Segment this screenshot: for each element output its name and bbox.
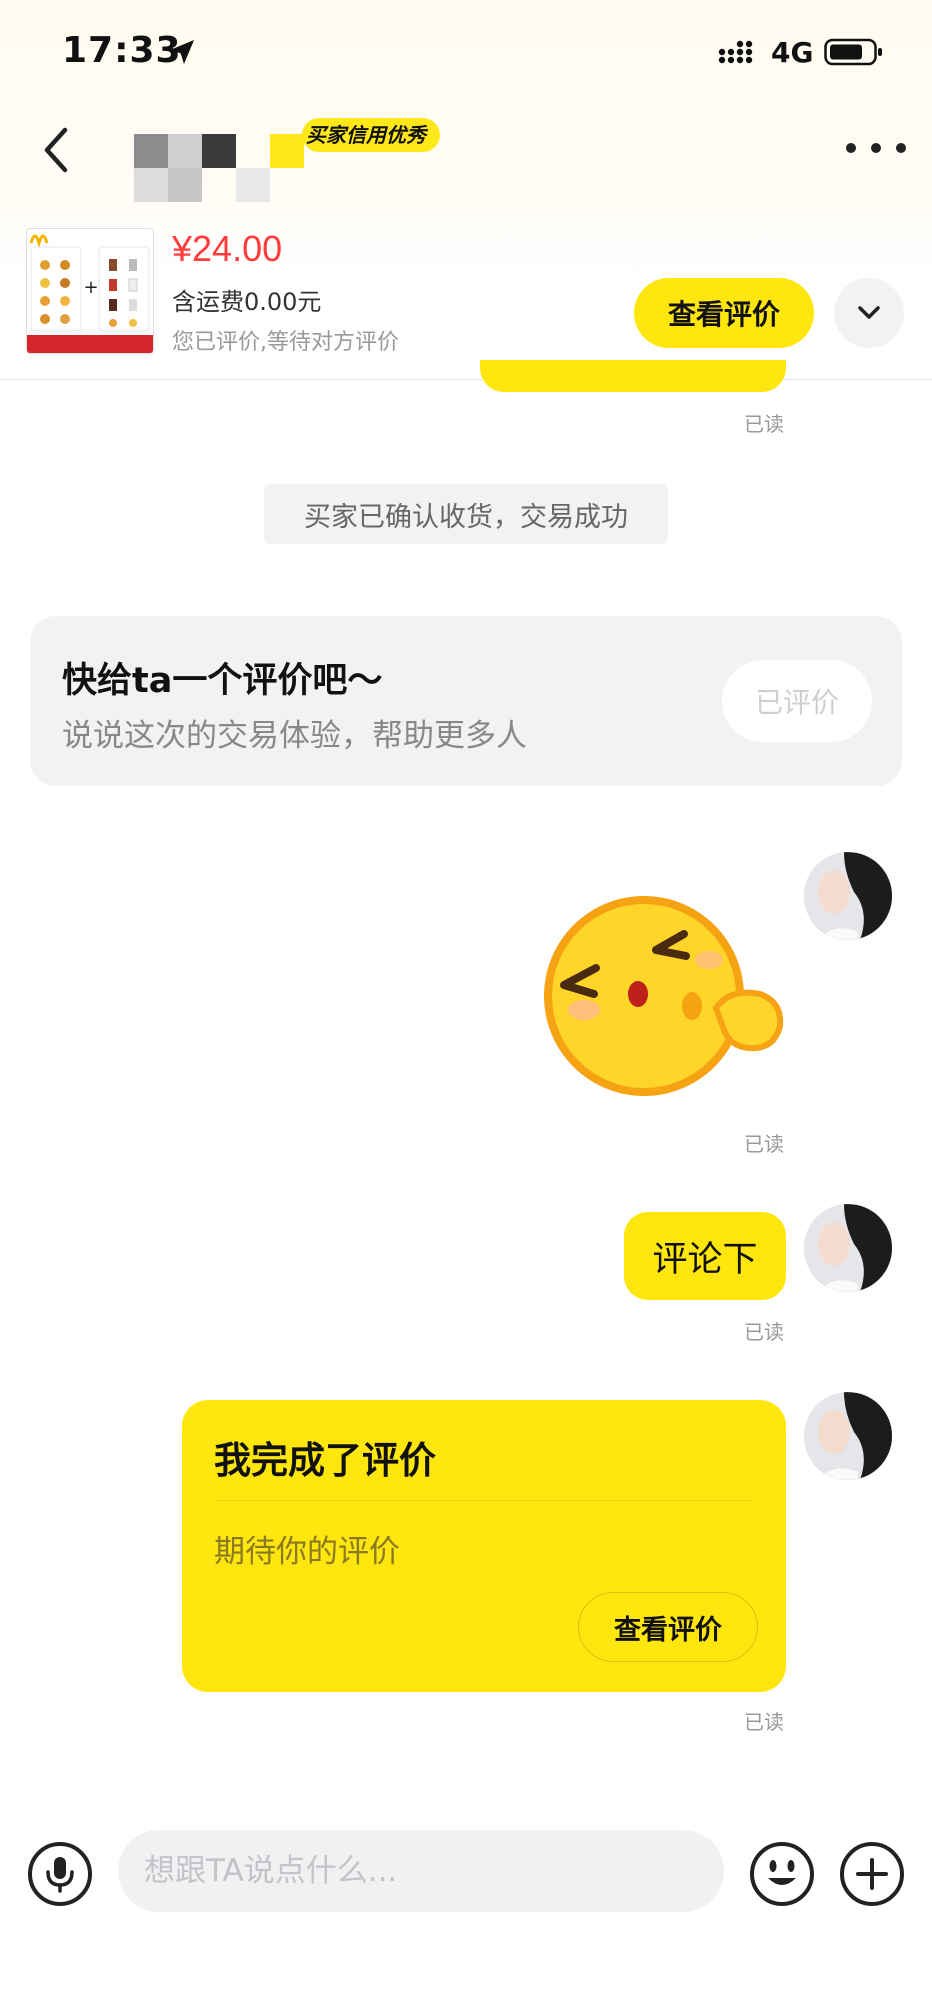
- thumbnail-banner: [27, 335, 153, 353]
- chevron-down-icon: [858, 306, 880, 319]
- view-review-button[interactable]: 查看评价: [634, 278, 814, 348]
- more-actions-button[interactable]: [840, 1842, 904, 1906]
- emoji-button[interactable]: [750, 1842, 814, 1906]
- wink-emoji-sticker: [544, 896, 784, 1096]
- chevron-left-icon: [44, 127, 68, 173]
- avatar[interactable]: [804, 1392, 892, 1480]
- user-photo-icon: [804, 1392, 892, 1480]
- network-type: 4G: [771, 36, 814, 69]
- avatar[interactable]: [804, 852, 892, 940]
- microphone-icon: [46, 1857, 74, 1893]
- status-bar: 17:33 4G: [0, 0, 932, 100]
- expand-button[interactable]: [834, 278, 904, 348]
- review-status: 您已评价,等待对方评价: [172, 330, 399, 355]
- more-dot: [871, 143, 881, 153]
- avatar[interactable]: [804, 1204, 892, 1292]
- battery-icon: [824, 38, 882, 66]
- review-prompt-card: 快给ta一个评价吧～ 说说这次的交易体验，帮助更多人 已评价: [30, 616, 902, 786]
- review-prompt-subtitle: 说说这次的交易体验，帮助更多人: [62, 718, 527, 754]
- system-message: 买家已确认收货，交易成功: [264, 484, 668, 544]
- signal-icon: [718, 40, 753, 64]
- product-price: ¥24.00: [172, 228, 283, 269]
- smiley-icon: [768, 1860, 796, 1885]
- product-thumbnail[interactable]: +: [26, 228, 154, 354]
- chat-text-bubble: 评论下: [624, 1212, 786, 1300]
- read-receipt: 已读: [744, 1132, 784, 1156]
- back-button[interactable]: [32, 118, 80, 182]
- more-dot: [896, 143, 906, 153]
- view-review-card-button[interactable]: 查看评价: [578, 1592, 758, 1662]
- read-receipt: 已读: [744, 1710, 784, 1734]
- review-card-title: 我完成了评价: [214, 1439, 436, 1482]
- user-photo-icon: [804, 1204, 892, 1292]
- product-card[interactable]: + ¥24.00 含运费0.00元 您已评价,等待对方评价 查看评价: [0, 220, 932, 380]
- plus-icon: [856, 1858, 888, 1890]
- read-receipt: 已读: [744, 1320, 784, 1344]
- read-receipt: 已读: [744, 412, 784, 436]
- more-dot: [846, 143, 856, 153]
- seller-name-mosaic: [110, 128, 320, 204]
- shipping-fee: 含运费0.00元: [172, 288, 322, 316]
- location-arrow-icon: [170, 40, 194, 64]
- more-button[interactable]: [846, 130, 906, 166]
- svg-text:+: +: [83, 277, 98, 298]
- status-time: 17:33: [62, 30, 182, 71]
- review-card-subtitle: 期待你的评价: [214, 1534, 400, 1570]
- reviewed-button[interactable]: 已评价: [722, 660, 872, 742]
- review-prompt-title: 快给ta一个评价吧～: [62, 661, 383, 701]
- previous-message-bubble: [480, 360, 786, 392]
- message-input[interactable]: [118, 1830, 724, 1912]
- buyer-credit-badge: 买家信用优秀: [302, 118, 440, 152]
- voice-input-button[interactable]: [28, 1842, 92, 1906]
- user-photo-icon: [804, 852, 892, 940]
- divider: [214, 1500, 754, 1501]
- review-completed-card: 我完成了评价 期待你的评价 查看评价: [182, 1400, 786, 1692]
